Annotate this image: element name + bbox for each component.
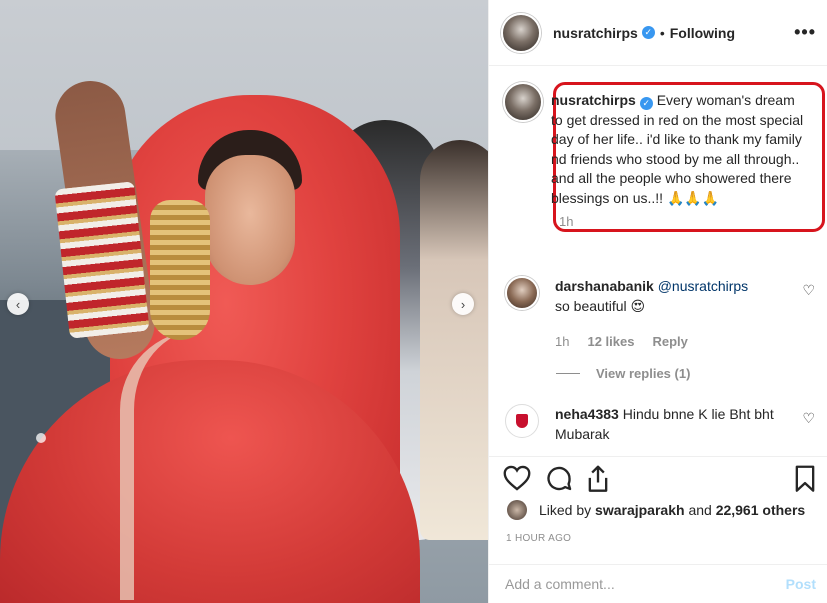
chevron-right-icon: › bbox=[460, 296, 466, 312]
liked-by-prefix: Liked by bbox=[539, 502, 592, 518]
comment-like-heart-icon[interactable]: ♡ bbox=[802, 282, 815, 299]
caption-body: Every woman's dream to get dressed in re… bbox=[551, 92, 804, 206]
avatar[interactable] bbox=[503, 82, 543, 122]
comment-text: so beautiful 😍 bbox=[555, 298, 646, 314]
post-details-pane: nusratchirps ✓ • Following ••• nusratchi… bbox=[488, 0, 827, 603]
comment-likes[interactable]: 12 likes bbox=[587, 332, 634, 352]
replies-divider bbox=[556, 373, 580, 374]
bookmark-icon[interactable] bbox=[794, 465, 816, 493]
avatar[interactable] bbox=[505, 276, 539, 310]
caption-text: nusratchirps ✓ Every woman's dream to get… bbox=[551, 91, 806, 208]
liked-by-user[interactable]: swarajparakh bbox=[595, 502, 685, 518]
author-username[interactable]: nusratchirps bbox=[553, 25, 638, 41]
post-timestamp[interactable]: 1 HOUR AGO bbox=[506, 533, 571, 544]
verified-badge-icon: ✓ bbox=[641, 26, 655, 39]
caption-username[interactable]: nusratchirps bbox=[551, 92, 636, 108]
caption: nusratchirps ✓ Every woman's dream to get… bbox=[497, 82, 825, 232]
comment-mention[interactable]: @nusratchirps bbox=[658, 278, 748, 294]
post-photo[interactable]: ‹ › bbox=[0, 0, 488, 603]
liked-by-and: and bbox=[688, 502, 712, 518]
comment-input[interactable]: Add a comment... bbox=[505, 576, 615, 592]
like-heart-icon[interactable] bbox=[503, 465, 531, 491]
reply-button[interactable]: Reply bbox=[652, 332, 687, 352]
post-comment-button[interactable]: Post bbox=[786, 576, 816, 592]
carousel-indicator-dot bbox=[36, 433, 46, 443]
post-header: nusratchirps ✓ • Following ••• bbox=[489, 0, 827, 66]
comment-username[interactable]: neha4383 bbox=[555, 406, 619, 422]
view-replies-button[interactable]: View replies (1) bbox=[556, 366, 690, 381]
avatar[interactable] bbox=[507, 500, 527, 520]
separator-dot: • bbox=[659, 24, 665, 41]
carousel-next-button[interactable]: › bbox=[452, 293, 474, 315]
comment-bubble-icon[interactable] bbox=[545, 465, 573, 493]
share-icon[interactable] bbox=[585, 465, 611, 493]
carousel-prev-button[interactable]: ‹ bbox=[7, 293, 29, 315]
avatar[interactable] bbox=[505, 404, 539, 438]
add-comment-bar: Add a comment... Post bbox=[489, 564, 827, 603]
likes-count[interactable]: 22,961 others bbox=[716, 502, 806, 518]
comment-time[interactable]: 1h bbox=[555, 332, 569, 352]
photo-kaleera bbox=[150, 200, 210, 340]
verified-badge-icon: ✓ bbox=[639, 97, 653, 111]
photo-bride-face bbox=[205, 155, 295, 285]
view-replies-label: View replies (1) bbox=[596, 366, 691, 381]
action-bar bbox=[489, 456, 827, 496]
following-button[interactable]: Following bbox=[670, 25, 735, 41]
more-options-icon[interactable]: ••• bbox=[794, 22, 816, 43]
liked-by: Liked by swarajparakh and 22,961 others bbox=[507, 500, 805, 520]
comment-like-heart-icon[interactable]: ♡ bbox=[802, 410, 815, 427]
photo-background-person bbox=[420, 140, 488, 540]
comment-item: darshanabanik @nusratchirps so beautiful… bbox=[505, 276, 815, 352]
chevron-left-icon: ‹ bbox=[15, 296, 21, 312]
avatar[interactable] bbox=[501, 12, 541, 53]
photo-veil-border bbox=[120, 330, 280, 600]
comment-username[interactable]: darshanabanik bbox=[555, 278, 654, 294]
comment-item: neha4383 Hindu bnne K lie Bht bht Mubara… bbox=[505, 404, 815, 444]
photo-bangles bbox=[54, 181, 150, 339]
